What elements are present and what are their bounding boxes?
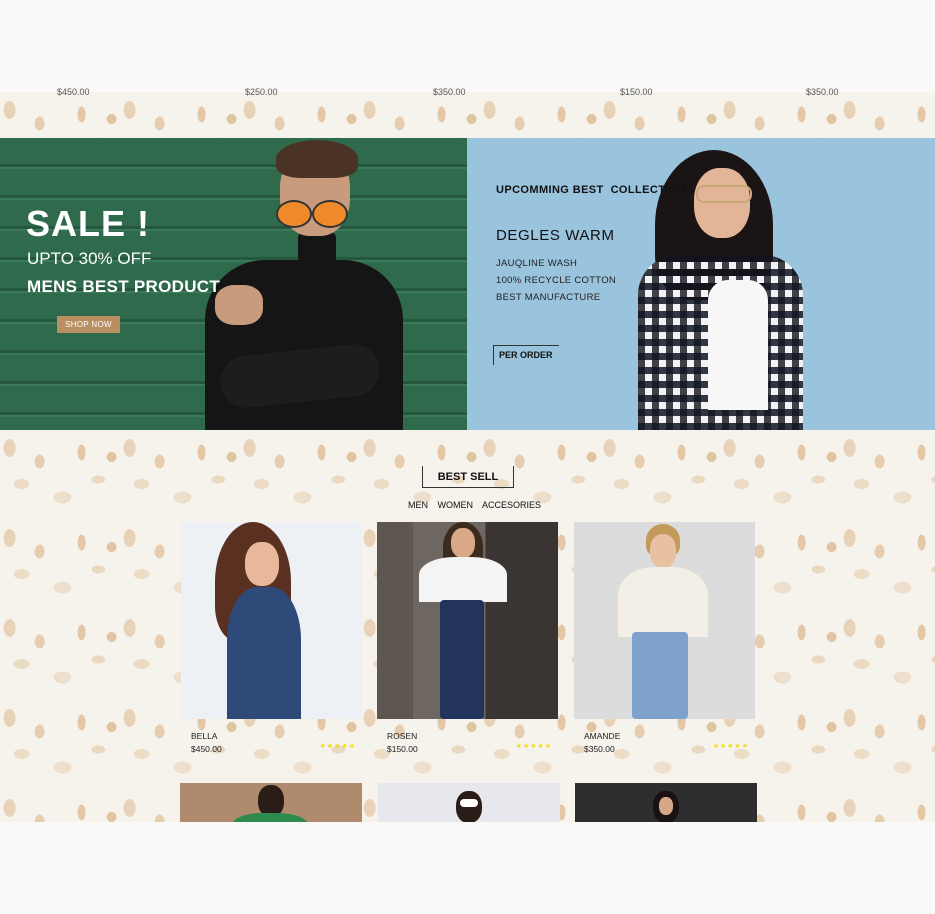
top-price: $150.00 <box>620 87 653 97</box>
product-card-partial[interactable] <box>575 783 757 822</box>
sale-tagline: MENS BEST PRODUCT <box>27 277 221 296</box>
product-image[interactable] <box>574 522 755 719</box>
collection-feature: 100% RECYCLE COTTON <box>496 275 617 286</box>
model-man-hair <box>276 140 358 178</box>
top-price: $450.00 <box>57 87 90 97</box>
product-image[interactable] <box>377 522 558 719</box>
model-head <box>451 528 475 558</box>
product-name[interactable]: ROSEN <box>387 731 417 741</box>
collection-feature: JAUQLINE WASH <box>496 258 578 269</box>
model-head <box>245 542 279 586</box>
rating-stars-icon: ★★★★★ <box>515 743 552 750</box>
model-jeans <box>632 632 688 719</box>
sale-title: SALE ! <box>26 203 151 244</box>
model-blouse <box>419 557 507 602</box>
product-card-partial[interactable] <box>378 783 560 822</box>
shop-now-button[interactable]: SHOP NOW <box>57 316 120 333</box>
model-woman-face <box>694 168 750 238</box>
model-head <box>650 534 676 568</box>
model-blouse <box>618 567 708 637</box>
model-outfit <box>227 587 301 719</box>
collection-title: DEGLES WARM <box>496 227 615 244</box>
rating-stars-icon: ★★★★★ <box>319 743 356 750</box>
model-woman-top <box>708 280 768 410</box>
product-card[interactable]: ROSEN $150.00 ★★★★★ <box>377 522 558 754</box>
top-price-row: $450.00 $250.00 $350.00 $150.00 $350.00 <box>0 87 935 99</box>
collection-kicker: UPCOMMING BEST COLLECTION <box>496 184 687 196</box>
per-order-button[interactable]: PER ORDER <box>493 345 559 365</box>
product-name[interactable]: BELLA <box>191 731 217 741</box>
collection-feature: BEST MANUFACTURE <box>496 292 601 303</box>
category-filters: MEN WOMEN ACCESORIES <box>408 500 548 510</box>
model-man-hand <box>215 285 263 325</box>
product-price: $450.00 <box>191 744 222 754</box>
glasses-icon <box>696 185 752 203</box>
product-card[interactable]: BELLA $450.00 ★★★★★ <box>181 522 362 754</box>
best-sell-heading: BEST SELL <box>422 466 514 488</box>
top-price: $350.00 <box>433 87 466 97</box>
model-outfit <box>232 813 308 822</box>
sale-subtitle: UPTO 30% OFF <box>27 249 152 268</box>
rating-stars-icon: ★★★★★ <box>712 743 749 750</box>
top-price: $250.00 <box>245 87 278 97</box>
sunglasses-icon <box>276 200 312 228</box>
sunglasses-icon <box>312 200 348 228</box>
sunglasses-icon <box>460 799 478 807</box>
product-card[interactable]: AMANDE $350.00 ★★★★★ <box>574 522 755 754</box>
product-image[interactable] <box>181 522 362 719</box>
product-price: $150.00 <box>387 744 418 754</box>
product-price: $350.00 <box>584 744 615 754</box>
product-card-partial[interactable] <box>180 783 362 822</box>
top-price: $350.00 <box>806 87 839 97</box>
filter-men[interactable]: MEN <box>408 500 428 510</box>
model-jeans <box>440 600 484 719</box>
filter-accesories[interactable]: ACCESORIES <box>482 500 541 510</box>
model-man-neck <box>298 232 336 267</box>
filter-women[interactable]: WOMEN <box>438 500 474 510</box>
product-name[interactable]: AMANDE <box>584 731 620 741</box>
model-head <box>659 797 673 815</box>
